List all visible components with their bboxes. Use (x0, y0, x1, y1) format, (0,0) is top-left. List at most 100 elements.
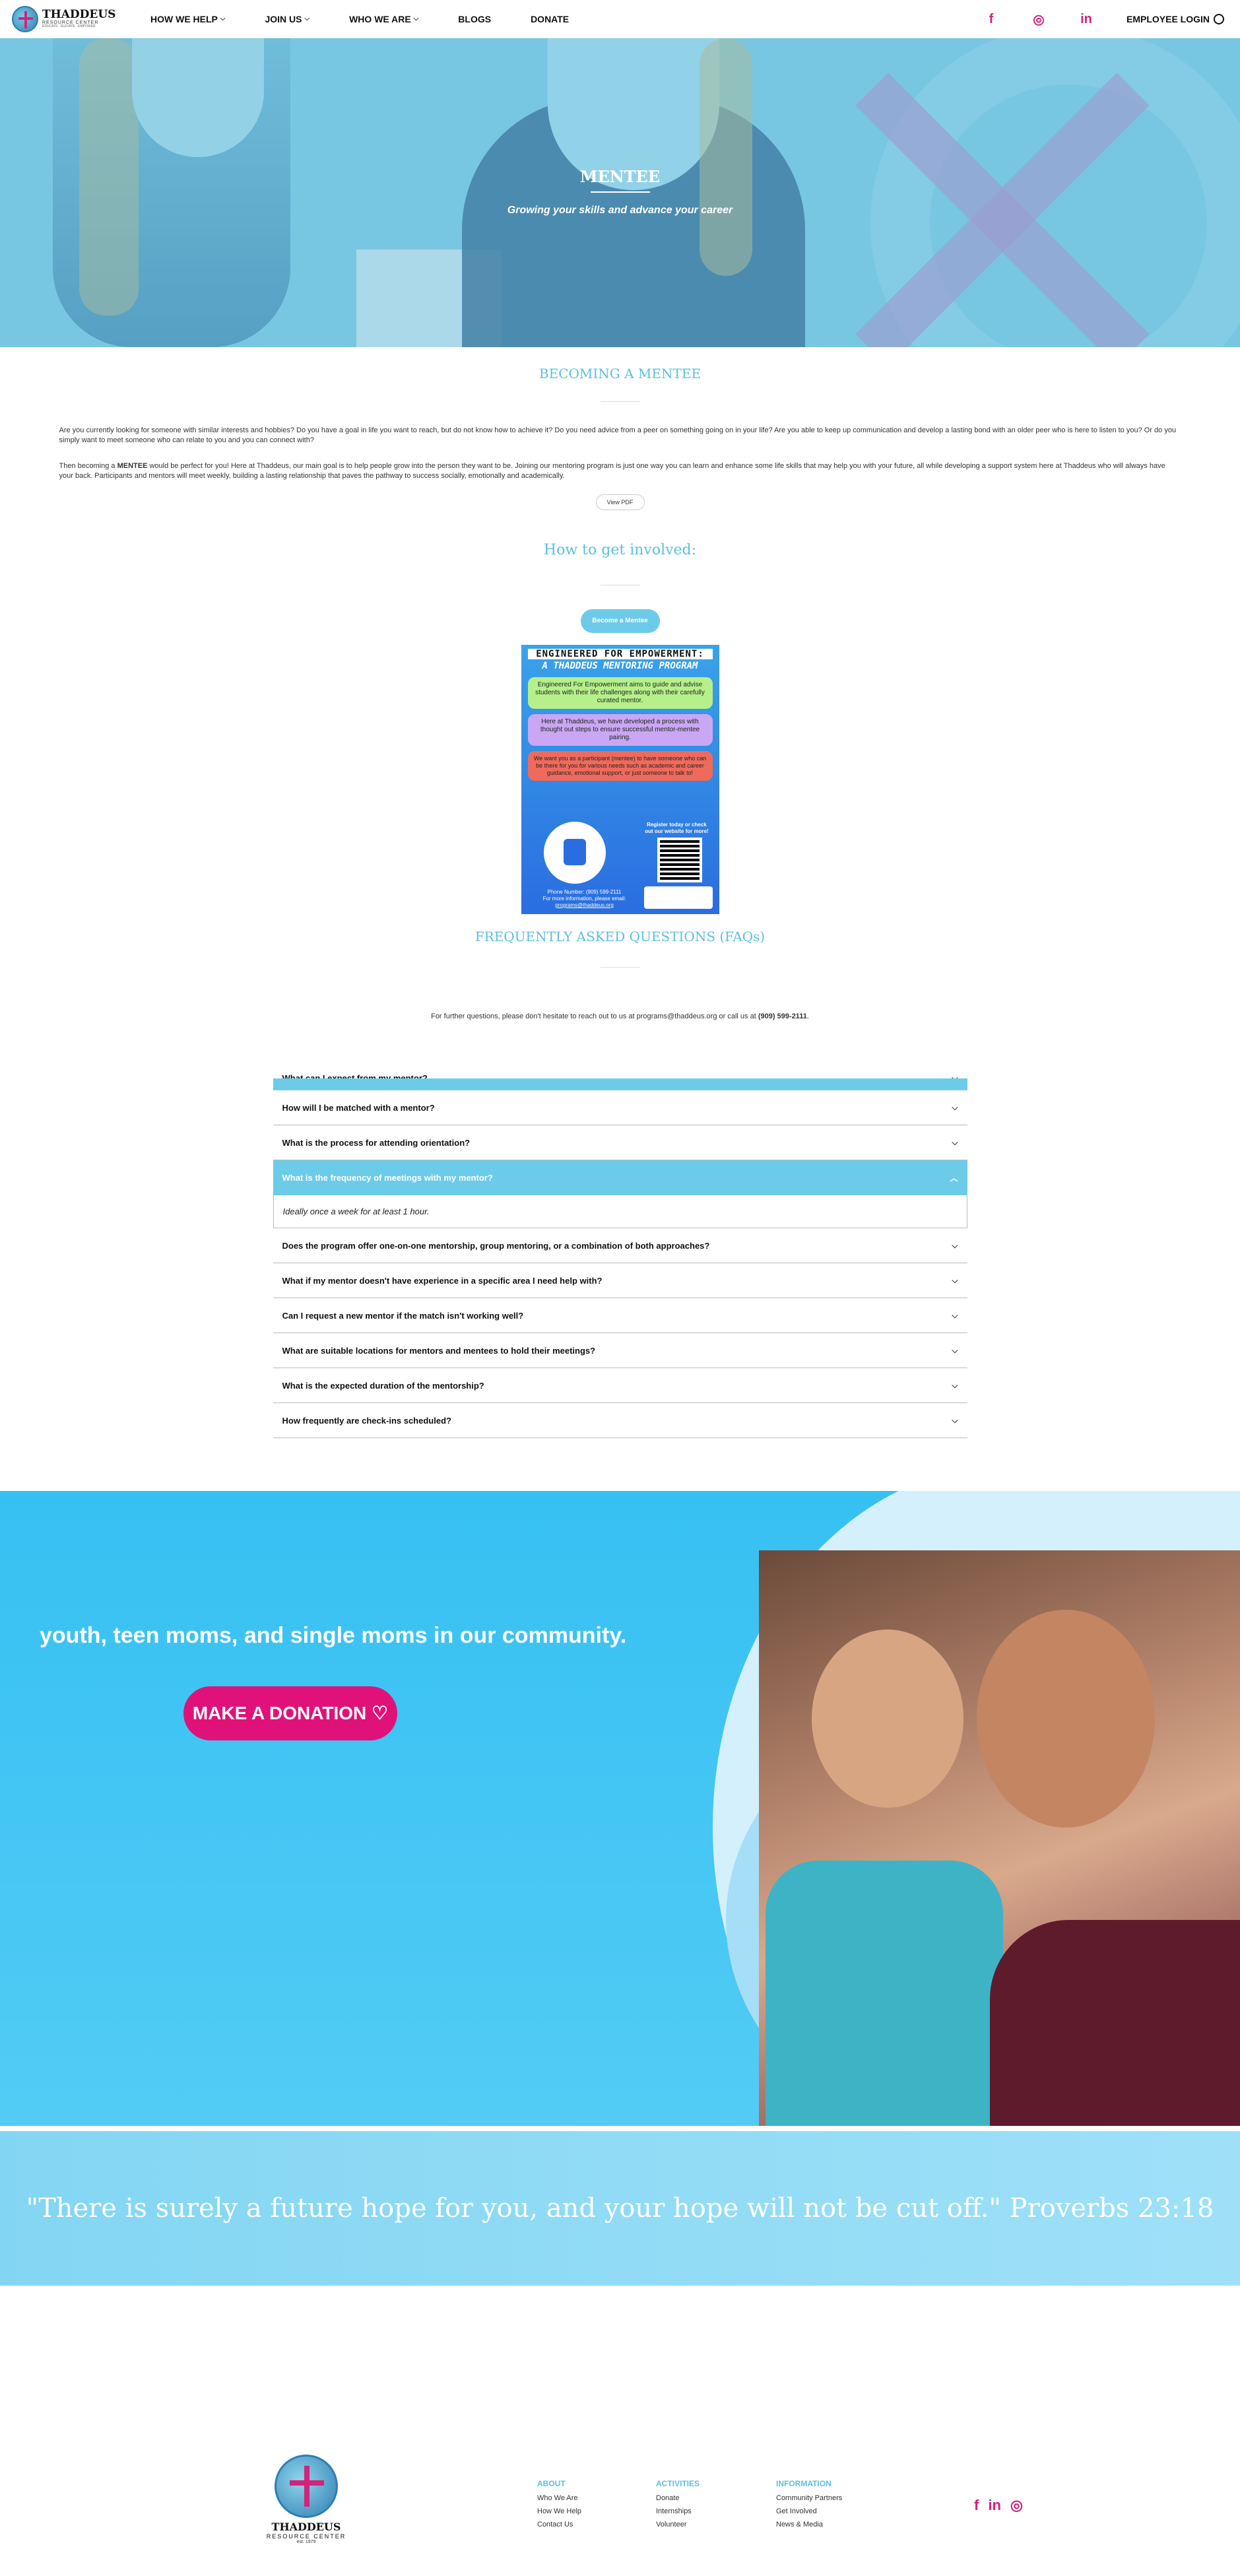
para-text: Then becoming a (59, 462, 117, 470)
instagram-icon[interactable]: ◎ (1010, 2497, 1023, 2514)
involved-heading: How to get involved: (543, 542, 697, 558)
flyer-phone: Phone Number: (909) 599-2111 (547, 889, 622, 895)
footer-link[interactable]: Donate (656, 2492, 700, 2505)
faq-question[interactable]: How will I be matched with a mentor? ⌵ (273, 1090, 967, 1125)
flyer-subtitle: A THADDEUS MENTORING PROGRAM (542, 661, 698, 671)
logo-text: THADDEUS RESOURCE CENTER EDUCATE · ELEVA… (42, 9, 115, 28)
hero-banner: MENTEE Growing your skills and advance y… (0, 38, 1240, 347)
globe-logo-icon (12, 5, 38, 32)
footer-link[interactable]: Community Partners (776, 2492, 842, 2505)
flyer-box-2: Here at Thaddeus, we have developed a pr… (527, 714, 713, 746)
facebook-icon[interactable]: f (974, 2497, 979, 2514)
chevron-down-icon: ⌵ (952, 1380, 958, 1390)
note-text: For further questions, please don't hesi… (431, 1012, 758, 1020)
question-text: What is the process for attending orient… (282, 1137, 471, 1148)
become-mentee-button[interactable]: Become a Mentee (580, 609, 660, 633)
footer-logo[interactable]: THADDEUS RESOURCE CENTER est. 1979 (265, 2455, 347, 2544)
para-bold: MENTEE (117, 462, 148, 470)
photo-detail (766, 1861, 1003, 2126)
qr-code-icon (657, 838, 702, 882)
nav-blogs[interactable]: BLOGS (458, 14, 491, 24)
footer-link[interactable]: News & Media (776, 2518, 842, 2531)
question-text: What if my mentor doesn't have experienc… (282, 1275, 603, 1286)
note-phone: (909) 599-2111 (758, 1012, 807, 1020)
title-underline (591, 191, 650, 193)
question-text: Does the program offer one-on-one mentor… (282, 1240, 710, 1251)
question-text: How frequently are check-ins scheduled? (282, 1415, 451, 1426)
facebook-icon[interactable]: f (984, 12, 998, 27)
footer-social: f in ◎ (974, 2497, 1023, 2514)
footer-col-about: ABOUT Who We Are How We Help Contact Us (537, 2477, 581, 2531)
footer-col-heading: ACTIVITIES (656, 2479, 700, 2488)
flyer-title: ENGINEERED FOR EMPOWERMENT: (527, 649, 713, 659)
nav-label: DONATE (531, 13, 570, 24)
main-menu: HOW WE HELP ⌵ JOIN US ⌵ WHO WE ARE ⌵ BLOGS … (150, 14, 608, 24)
chevron-down-icon: ⌵ (952, 1345, 958, 1355)
footer-link[interactable]: Who We Are (537, 2492, 581, 2505)
intro-paragraph-2: Then becoming a MENTEE would be perfect … (59, 461, 1181, 481)
para-text: would be perfect for you! Here at Thadde… (59, 462, 1165, 480)
question-text: Can I request a new mentor if the match … (282, 1310, 524, 1321)
faq-question[interactable]: What are suitable locations for mentors … (273, 1333, 967, 1368)
nav-join-us[interactable]: JOIN US ⌵ (265, 14, 310, 24)
faq-heading: FREQUENTLY ASKED QUESTIONS (FAQs) (474, 929, 766, 944)
faq-question-open[interactable]: What is the frequency of meetings with m… (273, 1160, 967, 1195)
question-text: What is the expected duration of the men… (282, 1380, 484, 1391)
faq-question[interactable]: How frequently are check-ins scheduled? ⌵ (273, 1403, 967, 1438)
chevron-down-icon: ⌵ (952, 1073, 958, 1082)
nav-label: BLOGS (458, 13, 492, 24)
logo-name: THADDEUS (42, 8, 116, 21)
flyer-contact: Phone Number: (909) 599-2111 For more in… (532, 889, 637, 909)
becoming-heading: BECOMING A MENTEE (538, 366, 702, 381)
chevron-down-icon: ⌵ (952, 1310, 958, 1320)
make-donation-button[interactable]: MAKE A DONATION ♡ (183, 1686, 397, 1740)
faq-question[interactable]: What is the process for attending orient… (273, 1125, 967, 1160)
footer-col-activities: ACTIVITIES Donate Internships Volunteer (656, 2477, 700, 2531)
footer-link[interactable]: Get Involved (776, 2505, 842, 2518)
question-text: What are suitable locations for mentors … (282, 1345, 596, 1356)
footer-link[interactable]: How We Help (537, 2505, 581, 2518)
nav-label: HOW WE HELP (150, 13, 218, 24)
nav-how-we-help[interactable]: HOW WE HELP ⌵ (150, 14, 225, 24)
page-title: MENTEE (579, 167, 661, 186)
faq-accordion: What can I expect from my mentor? ⌵ How w… (273, 1072, 967, 1438)
instagram-icon[interactable]: ◎ (1031, 11, 1046, 28)
footer-col-heading: INFORMATION (776, 2479, 832, 2488)
footer-col-information: INFORMATION Community Partners Get Invol… (776, 2477, 842, 2531)
nav-label: WHO WE ARE (349, 13, 411, 24)
question-text: What is the frequency of meetings with m… (282, 1173, 493, 1183)
nav-right: f ◎ in EMPLOYEE LOGIN (951, 0, 1224, 38)
footer-link[interactable]: Volunteer (656, 2518, 700, 2531)
chevron-down-icon: ⌵ (952, 1415, 958, 1425)
globe-logo-icon (275, 2455, 338, 2518)
faq-question[interactable]: What can I expect from my mentor? ⌵ (273, 1072, 967, 1090)
donate-section: youth, teen moms, and single moms in our… (0, 1491, 1240, 2126)
faq-question[interactable]: What is the expected duration of the men… (273, 1368, 967, 1403)
chevron-down-icon: ⌵ (952, 1275, 958, 1285)
chevron-up-icon: ︿ (950, 1173, 958, 1183)
faq-question[interactable]: Does the program offer one-on-one mentor… (273, 1228, 967, 1263)
faq-contact-note: For further questions, please don't hesi… (0, 1012, 1240, 1020)
footer-link[interactable]: Contact Us (537, 2518, 581, 2531)
faq-question[interactable]: Can I request a new mentor if the match … (273, 1298, 967, 1333)
chevron-down-icon: ⌵ (952, 1240, 958, 1250)
top-nav: THADDEUS RESOURCE CENTER EDUCATE · ELEVA… (0, 0, 1240, 38)
nav-donate[interactable]: DONATE (531, 14, 569, 24)
photo-detail (812, 1630, 963, 1808)
linkedin-icon[interactable]: in (1079, 12, 1093, 27)
footer-logo-sub: RESOURCE CENTER (266, 2533, 346, 2540)
chevron-down-icon: ⌵ (304, 15, 310, 22)
view-pdf-button[interactable]: View PDF (595, 494, 645, 510)
note-text: . (806, 1012, 809, 1020)
page-subtitle: Growing your skills and advance your car… (507, 205, 733, 216)
flyer-email: programs@thaddeus.org (555, 902, 614, 908)
site-logo[interactable]: THADDEUS RESOURCE CENTER EDUCATE · ELEVA… (12, 5, 117, 32)
faq-question[interactable]: What if my mentor doesn't have experienc… (273, 1263, 967, 1298)
flyer-box-3: We want you as a participant (mentee) to… (527, 751, 713, 781)
linkedin-icon[interactable]: in (988, 2497, 1001, 2514)
intro-paragraph-1: Are you currently looking for someone wi… (59, 426, 1177, 444)
flyer-register: Register today or check out our website … (645, 822, 709, 834)
nav-who-we-are[interactable]: WHO WE ARE ⌵ (349, 14, 418, 24)
footer-link[interactable]: Internships (656, 2505, 700, 2518)
employee-login-link[interactable]: EMPLOYEE LOGIN (1126, 14, 1224, 24)
